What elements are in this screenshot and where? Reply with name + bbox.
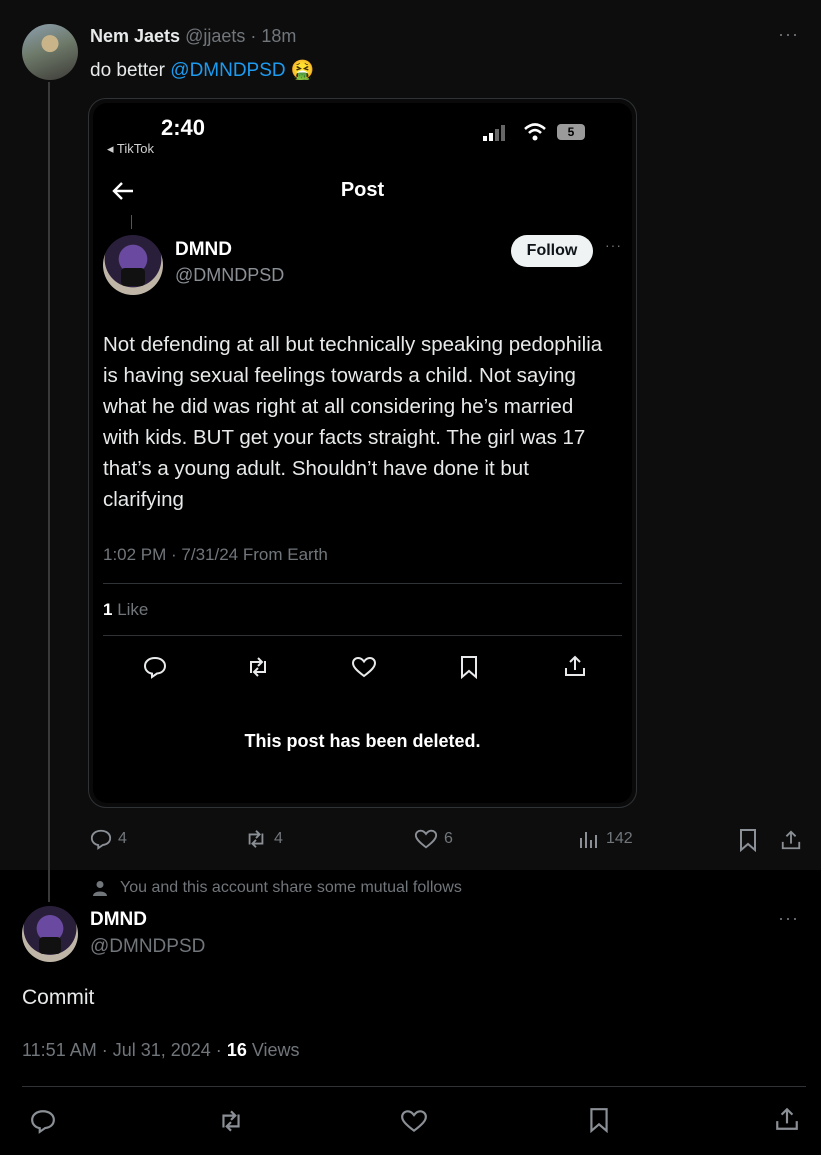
repost-icon[interactable] — [245, 655, 271, 679]
reply-icon — [90, 829, 112, 850]
social-context-text: You and this account share some mutual f… — [120, 879, 462, 896]
share-icon — [781, 830, 801, 850]
like-button[interactable]: 6 — [414, 828, 453, 850]
time-ago[interactable]: · 18m — [250, 26, 296, 46]
reply-author-name[interactable]: DMND — [90, 909, 147, 931]
repost-icon[interactable] — [217, 1108, 245, 1134]
divider — [103, 635, 622, 636]
like-icon[interactable] — [400, 1109, 428, 1133]
repost-count: 4 — [274, 830, 283, 847]
reply-line — [131, 215, 132, 229]
inner-likes-label: Like — [117, 600, 149, 619]
like-count: 6 — [444, 830, 453, 847]
repost-button[interactable]: 4 — [244, 828, 283, 850]
screenshot-frame: 2:40 ◂ TikTok 5 Post DMND @DMNDPSD Follo… — [93, 103, 632, 803]
reply-icon[interactable] — [143, 655, 167, 679]
share-button[interactable] — [780, 828, 802, 852]
social-context: You and this account share some mutual f… — [92, 879, 462, 897]
reply-timestamp[interactable]: 11:51 AM · Jul 31, 2024 · — [22, 1040, 222, 1060]
attached-screenshot[interactable]: 2:40 ◂ TikTok 5 Post DMND @DMNDPSD Follo… — [88, 98, 637, 808]
views-button[interactable]: 142 — [578, 828, 633, 850]
more-options-icon[interactable]: ··· — [605, 237, 622, 253]
inner-author-handle[interactable]: @DMNDPSD — [175, 265, 284, 286]
avatar[interactable] — [103, 235, 163, 295]
more-options-icon[interactable]: ··· — [778, 908, 799, 929]
repost-icon — [248, 830, 264, 848]
signal-icon — [483, 125, 505, 141]
deleted-notice: This post has been deleted. — [244, 731, 481, 751]
inner-post-text: Not defending at all but technically spe… — [103, 333, 603, 511]
inner-likes[interactable]: 1 Like — [103, 600, 148, 620]
reply-views-label: Views — [251, 1040, 300, 1060]
thread-connector-line — [48, 82, 50, 902]
reply-icon[interactable] — [30, 1108, 56, 1134]
tweet-text-prefix: do better — [90, 60, 165, 81]
share-icon[interactable] — [774, 1106, 800, 1132]
inner-author-name[interactable]: DMND — [175, 239, 232, 261]
follow-button[interactable]: Follow — [511, 235, 593, 267]
views-count: 142 — [606, 830, 633, 847]
reply-metadata: 11:51 AM · Jul 31, 2024 · 16 Views — [22, 1040, 300, 1061]
inner-post-meta: 1:02 PM · 7/31/24 From Earth — [103, 545, 328, 564]
avatar[interactable] — [22, 906, 78, 962]
reply-text: Commit — [22, 986, 95, 1009]
divider — [22, 1086, 806, 1087]
bookmark-icon[interactable] — [588, 1107, 610, 1133]
author-name[interactable]: Nem Jaets — [90, 26, 180, 46]
views-icon — [580, 832, 597, 848]
more-options-icon[interactable]: ··· — [778, 24, 799, 45]
vomit-emoji-icon: 🤮 — [290, 60, 315, 81]
tweet-header: Nem Jaets @jjaets · 18m — [90, 26, 296, 47]
share-icon[interactable] — [563, 654, 587, 678]
tweet-text: do better @DMNDPSD 🤮 — [90, 58, 315, 82]
screenshot-page-title: Post — [340, 179, 385, 201]
like-icon[interactable] — [351, 656, 377, 678]
back-to-app: ◂ TikTok — [107, 141, 154, 156]
reply-views-count: 16 — [226, 1040, 247, 1060]
inner-likes-count: 1 — [103, 600, 113, 619]
battery-level: 5 — [567, 125, 575, 139]
battery-icon: 5 — [557, 124, 585, 140]
wifi-icon — [524, 123, 546, 141]
person-icon — [93, 881, 107, 896]
bookmark-icon — [740, 829, 756, 852]
avatar[interactable] — [22, 24, 78, 80]
bookmark-icon[interactable] — [459, 655, 479, 679]
mention-link[interactable]: @DMNDPSD — [170, 60, 285, 81]
divider — [103, 583, 622, 584]
status-time: 2:40 — [161, 115, 206, 140]
author-handle[interactable]: @jjaets — [185, 26, 245, 46]
bookmark-button[interactable] — [738, 828, 758, 852]
reply-button[interactable]: 4 — [90, 828, 127, 850]
reply-author-handle[interactable]: @DMNDPSD — [90, 936, 205, 958]
like-icon — [414, 829, 438, 849]
reply-count: 4 — [118, 830, 127, 847]
